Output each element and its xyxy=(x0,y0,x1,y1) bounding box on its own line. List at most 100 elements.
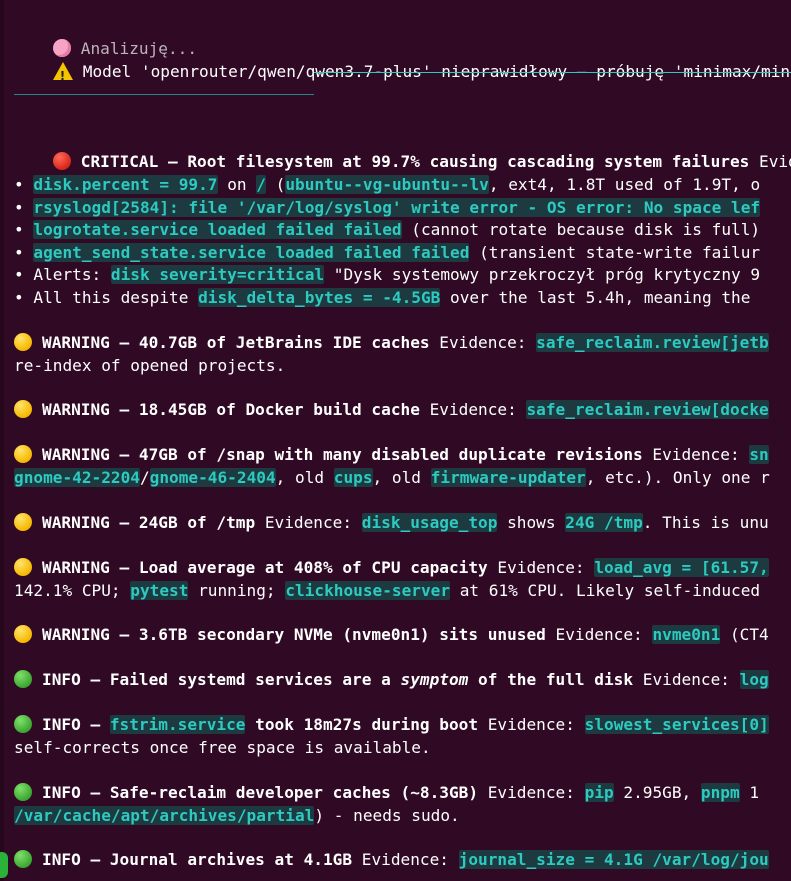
warning-finding: WARNING — 40.7GB of JetBrains IDE caches… xyxy=(14,332,769,354)
code-token: /var/cache/apt/archives/partial xyxy=(14,806,315,825)
text-segment: • All this despite xyxy=(14,288,199,307)
text-segment: self-corrects once free space is availab… xyxy=(14,738,431,757)
text-segment: Evidence: xyxy=(255,513,362,532)
finding-title-segment: WARNING — 24GB of /tmp xyxy=(42,513,256,532)
text-segment: • xyxy=(14,198,34,217)
code-token: gnome-46-2404 xyxy=(149,468,276,487)
critical-bullet: • disk.percent = 99.7 on / (ubuntu--vg-u… xyxy=(14,174,760,196)
critical-title: CRITICAL — Root filesystem at 99.7% caus… xyxy=(80,152,750,171)
code-token: journal_size = 4.1G /var/log/jou xyxy=(458,850,769,869)
text-segment: Evidence: xyxy=(352,850,459,869)
text-segment: , etc.). Only one r xyxy=(585,468,770,487)
code-token: safe_reclaim.review[docke xyxy=(526,400,769,419)
finding-title: WARNING — 47GB of /snap with many disabl… xyxy=(42,445,643,464)
warning-finding: WARNING — 18.45GB of Docker build cache … xyxy=(14,399,769,421)
text-segment: Evidence: xyxy=(633,670,740,689)
code-token: disk_delta_bytes = -4.5GB xyxy=(198,288,441,307)
terminal-window[interactable]: Analizuję... Model 'openrouter/qwen/qwen… xyxy=(0,0,791,881)
yellow-circle-icon xyxy=(14,625,32,643)
yellow-circle-icon xyxy=(14,513,32,531)
code-token: clickhouse-server xyxy=(285,581,451,600)
yellow-circle-icon xyxy=(14,400,32,418)
text-segment: , ext4, 1.8T used of 1.9T, o xyxy=(488,175,761,194)
warning-finding: WARNING — 47GB of /snap with many disabl… xyxy=(14,444,769,466)
text-segment: • xyxy=(14,220,34,239)
code-token: ubuntu--vg-ubuntu--lv xyxy=(285,175,489,194)
code-token: safe_reclaim.review[jetb xyxy=(536,333,769,352)
divider-bottom xyxy=(14,94,314,95)
finding-continuation: gnome-42-2204/gnome-46-2404, old cups, o… xyxy=(14,467,770,489)
warning-finding: WARNING — 3.6TB secondary NVMe (nvme0n1)… xyxy=(14,624,769,646)
code-token: cups xyxy=(333,468,373,487)
finding-title: INFO — Safe-reclaim developer caches (~8… xyxy=(42,783,478,802)
finding-title-segment: INFO — Safe-reclaim developer caches (~8… xyxy=(42,783,479,802)
code-token: disk.percent = 99.7 xyxy=(33,175,218,194)
finding-title-segment: WARNING — 40.7GB of JetBrains IDE caches xyxy=(42,333,430,352)
code-token: rsyslogd[2584]: file '/var/log/syslog' w… xyxy=(33,198,761,217)
critical-bullet: • agent_send_state.service loaded failed… xyxy=(14,242,760,264)
text-segment: shows xyxy=(497,513,566,532)
text-segment: • Alerts: xyxy=(14,265,111,284)
finding-title-segment: INFO — xyxy=(42,715,110,734)
status-analyzing-line: Analizuję... xyxy=(14,16,197,58)
finding-title: WARNING — 24GB of /tmp xyxy=(42,513,255,532)
finding-title: WARNING — 3.6TB secondary NVMe (nvme0n1)… xyxy=(42,625,546,644)
info-finding: INFO — Failed systemd services are a sym… xyxy=(14,669,769,691)
finding-title-segment: WARNING — Load average at 408% of CPU ca… xyxy=(42,558,488,577)
text-segment: (transient state-write failur xyxy=(469,243,761,262)
critical-heading: CRITICAL — Root filesystem at 99.7% caus… xyxy=(14,129,791,171)
text-segment: 2.95GB, xyxy=(613,783,701,802)
text-segment: / xyxy=(139,468,150,487)
finding-title: INFO — Failed systemd services are a sym… xyxy=(42,670,633,689)
finding-continuation: /var/cache/apt/archives/partial) - needs… xyxy=(14,805,460,827)
finding-title-segment: fstrim.service xyxy=(109,715,246,734)
critical-evidence-label: Evide xyxy=(759,152,791,171)
warning-finding: WARNING — Load average at 408% of CPU ca… xyxy=(14,557,769,579)
code-token: disk severity=critical xyxy=(110,265,325,284)
warning-icon xyxy=(52,62,73,87)
critical-bullet: • All this despite disk_delta_bytes = -4… xyxy=(14,287,750,309)
text-segment: • xyxy=(14,175,34,194)
terminal-corner-marker xyxy=(0,852,8,878)
info-finding: INFO — fstrim.service took 18m27s during… xyxy=(14,714,769,736)
text-segment: Evidence: xyxy=(419,400,527,419)
finding-continuation: re-index of opened projects. xyxy=(14,355,285,377)
text-segment: ) - needs sudo. xyxy=(314,806,460,825)
finding-title-segment: WARNING — 18.45GB of Docker build cache xyxy=(42,400,420,419)
info-finding: INFO — Safe-reclaim developer caches (~8… xyxy=(14,782,759,804)
finding-continuation: self-corrects once free space is availab… xyxy=(14,737,431,759)
text-segment: 142.1% CPU; xyxy=(14,581,131,600)
code-token: gnome-42-2204 xyxy=(14,468,140,487)
text-segment: Evidence: xyxy=(478,715,585,734)
finding-title: INFO — Journal archives at 4.1GB xyxy=(42,850,352,869)
finding-title-segment: took 18m27s during boot xyxy=(245,715,479,734)
text-segment: Evidence: xyxy=(642,445,750,464)
code-token: pytest xyxy=(130,581,189,600)
text-segment: 1 xyxy=(739,783,760,802)
green-circle-icon xyxy=(14,670,32,688)
yellow-circle-icon xyxy=(14,558,32,576)
code-token: firmware-updater xyxy=(430,468,586,487)
code-token: nvme0n1 xyxy=(652,625,721,644)
code-token: sn xyxy=(749,445,769,464)
text-segment: ( xyxy=(265,175,286,194)
finding-title: WARNING — 18.45GB of Docker build cache xyxy=(42,400,420,419)
code-token: / xyxy=(256,175,266,194)
yellow-circle-icon xyxy=(14,445,32,463)
text-segment: Evidence: xyxy=(478,783,585,802)
critical-bullet: • rsyslogd[2584]: file '/var/log/syslog'… xyxy=(14,197,761,219)
text-segment: on xyxy=(217,175,257,194)
warning-finding: WARNING — 24GB of /tmp Evidence: disk_us… xyxy=(14,512,769,534)
text-segment: . This is unu xyxy=(642,513,769,532)
red-circle-icon xyxy=(52,152,71,170)
text-segment: • xyxy=(14,243,34,262)
text-segment: re-index of opened projects. xyxy=(14,356,286,375)
text-segment: Evidence: xyxy=(545,625,653,644)
finding-title-segment: of the full disk xyxy=(468,670,634,689)
text-segment: (cannot rotate because disk is full) xyxy=(401,220,761,239)
code-token: disk_usage_top xyxy=(361,513,498,532)
code-token: log xyxy=(739,670,769,689)
green-circle-icon xyxy=(14,783,32,801)
green-circle-icon xyxy=(14,715,32,733)
finding-title-segment: INFO — Failed systemd services are a xyxy=(42,670,401,689)
